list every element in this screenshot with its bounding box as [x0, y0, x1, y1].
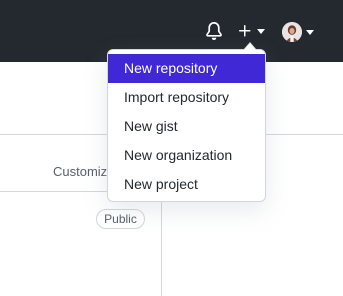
user-menu-button[interactable]	[282, 21, 314, 43]
chevron-down-icon	[257, 28, 265, 34]
plus-icon	[239, 25, 251, 37]
create-new-dropdown: New repository Import repository New gis…	[107, 42, 266, 202]
create-new-button[interactable]	[237, 22, 265, 40]
divider	[161, 192, 162, 296]
menu-item-new-organization[interactable]: New organization	[108, 141, 265, 170]
bell-icon	[206, 22, 222, 40]
customize-link[interactable]: Customize	[53, 164, 108, 179]
page: Customize Public New repository Import r…	[0, 0, 343, 296]
divider	[0, 191, 108, 192]
chevron-down-icon	[306, 29, 314, 35]
visibility-badge: Public	[96, 209, 145, 229]
user-avatar	[282, 22, 302, 42]
notifications-button[interactable]	[205, 22, 223, 40]
menu-item-new-project[interactable]: New project	[108, 170, 265, 199]
menu-item-new-gist[interactable]: New gist	[108, 112, 265, 141]
menu-item-import-repository[interactable]: Import repository	[108, 83, 265, 112]
menu-item-new-repository[interactable]: New repository	[108, 54, 265, 83]
